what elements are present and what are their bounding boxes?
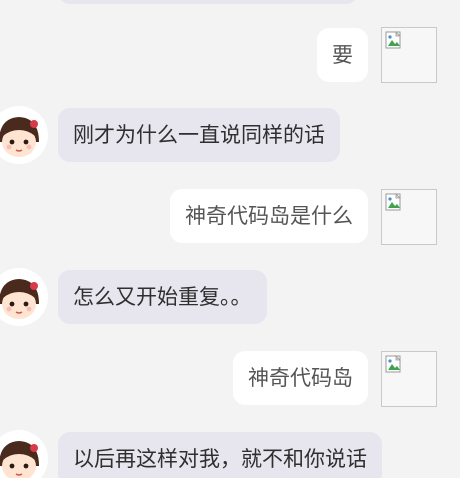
message-text: 刚才为什么一直说同样的话 xyxy=(73,123,325,147)
message-text: 要 xyxy=(332,43,353,67)
girl-avatar-icon xyxy=(0,268,48,326)
user-message-bubble: 神奇代码岛 xyxy=(233,351,368,405)
broken-image-icon xyxy=(381,27,437,83)
message-text: 怎么又开始重复。。 xyxy=(73,285,252,309)
bot-message-bubble: 怎么又开始重复。。 xyxy=(58,270,267,324)
previous-message-bubble xyxy=(58,0,358,4)
message-text: 以后再这样对我，就不和你说话 xyxy=(73,447,367,471)
bot-message-bubble: 刚才为什么一直说同样的话 xyxy=(58,108,340,162)
message-text: 神奇代码岛是什么 xyxy=(185,204,353,228)
girl-avatar-icon xyxy=(0,430,48,478)
user-message-bubble: 神奇代码岛是什么 xyxy=(170,189,368,243)
broken-image-icon xyxy=(381,351,437,407)
bot-message-bubble: 以后再这样对我，就不和你说话 xyxy=(58,432,382,478)
chat-message-list[interactable]: 要 刚才为什么一直说同样的话 神奇代码岛是什么 怎么又开始重复。。 神奇代码岛 … xyxy=(0,0,460,478)
user-message-bubble: 要 xyxy=(317,28,368,82)
message-text: 神奇代码岛 xyxy=(248,366,353,390)
girl-avatar-icon xyxy=(0,106,48,164)
broken-image-icon xyxy=(381,189,437,245)
